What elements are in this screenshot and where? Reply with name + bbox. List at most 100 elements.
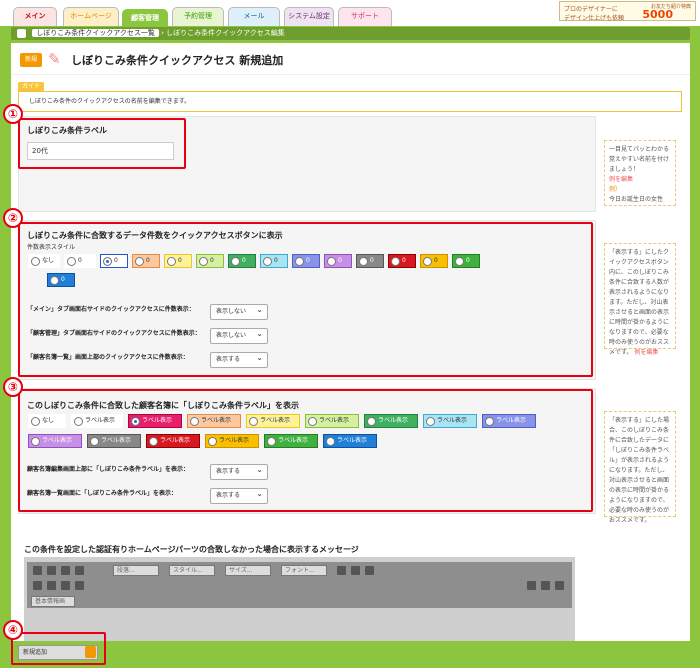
style-option[interactable]: 0 (196, 254, 224, 268)
radio-icon[interactable] (31, 256, 40, 266)
style-option[interactable]: 0 (260, 254, 288, 268)
toolbar-font-select[interactable]: フォント... (281, 565, 327, 576)
display-setting-select[interactable]: 表示する (210, 463, 268, 480)
toolbar-bgcolor-icon[interactable] (351, 566, 360, 575)
radio-icon[interactable] (308, 416, 317, 426)
toolbar-brush-icon[interactable] (61, 566, 70, 575)
style-option[interactable]: 0 (324, 254, 352, 268)
style-option[interactable]: 0 (420, 254, 448, 268)
style-option[interactable]: 0 (64, 254, 96, 268)
style-option[interactable]: 0 (292, 254, 320, 268)
style-option[interactable]: ラベル表示 (187, 414, 241, 428)
radio-icon[interactable] (263, 256, 272, 266)
radio-icon[interactable] (135, 256, 144, 266)
toolbar-basic-info-button[interactable]: 基本情報画 (31, 596, 75, 607)
radio-icon[interactable] (359, 256, 368, 266)
radio-icon[interactable] (50, 275, 59, 285)
tip-example-link[interactable]: 例を編集 (609, 175, 671, 185)
style-option[interactable]: なし (28, 254, 60, 268)
style-option[interactable]: ラベル表示 (128, 414, 182, 428)
style-option[interactable]: 0 (132, 254, 160, 268)
style-option[interactable]: ラベル表示 (71, 414, 123, 428)
radio-icon[interactable] (295, 256, 304, 266)
style-option[interactable]: 0 (164, 254, 192, 268)
radio-icon[interactable] (455, 256, 464, 266)
radio-icon[interactable] (149, 436, 158, 446)
display-setting-select[interactable]: 表示しない (210, 327, 268, 344)
style-option[interactable]: ラベル表示 (28, 434, 82, 448)
radio-icon[interactable] (485, 416, 494, 426)
style-option[interactable]: ラベル表示 (146, 434, 200, 448)
radio-icon[interactable] (90, 436, 99, 446)
radio-icon[interactable] (74, 416, 83, 426)
tab-homepage[interactable]: ホームページ (63, 7, 119, 26)
radio-icon[interactable] (327, 256, 336, 266)
radio-icon[interactable] (31, 436, 40, 446)
style-option[interactable]: 0 (228, 254, 256, 268)
radio-icon[interactable] (423, 256, 432, 266)
style-option[interactable]: ラベル表示 (264, 434, 318, 448)
style-option[interactable]: 0 (100, 254, 128, 268)
style-option[interactable]: 0 (356, 254, 384, 268)
radio-icon[interactable] (167, 256, 176, 266)
radio-icon[interactable] (249, 416, 258, 426)
tab-main[interactable]: メイン (13, 7, 57, 26)
radio-icon[interactable] (267, 436, 276, 446)
label-input[interactable]: 20代 (27, 142, 174, 160)
style-option[interactable]: ラベル表示 (323, 434, 377, 448)
display-setting-select[interactable]: 表示する (210, 351, 268, 368)
toolbar-table-icon[interactable] (33, 581, 42, 590)
style-option[interactable]: 0 (388, 254, 416, 268)
toolbar-link-icon[interactable] (47, 581, 56, 590)
toolbar-style-select[interactable]: スタイル... (169, 565, 215, 576)
style-option[interactable]: ラベル表示 (246, 414, 300, 428)
style-option-label: 0 (78, 257, 82, 264)
toolbar-image-icon[interactable] (75, 566, 84, 575)
tab-customer[interactable]: 顧客管理 (122, 9, 168, 26)
display-setting-select[interactable]: 表示しない (210, 303, 268, 320)
promo-banner[interactable]: プロのデザイナーに デザイン仕上げも依頼 5000 お友だち紹介特典 (559, 1, 696, 22)
toolbar-size-select[interactable]: サイズ... (225, 565, 271, 576)
style-option[interactable]: ラベル表示 (364, 414, 418, 428)
toolbar-underline-icon[interactable] (75, 581, 84, 590)
style-option[interactable]: ラベル表示 (205, 434, 259, 448)
toolbar-bold-icon[interactable] (47, 566, 56, 575)
radio-icon[interactable] (131, 416, 140, 426)
toolbar-redo-icon[interactable] (541, 581, 550, 590)
toolbar-italic-icon[interactable] (61, 581, 70, 590)
style-option[interactable]: ラベル表示 (423, 414, 477, 428)
radio-icon[interactable] (367, 416, 376, 426)
radio-icon[interactable] (231, 256, 240, 266)
tab-reservation[interactable]: 予約管理 (172, 7, 224, 26)
count-tip-link[interactable]: 例を編集 (634, 349, 658, 356)
style-option[interactable]: 0 (452, 254, 480, 268)
toolbar-align-icon[interactable] (365, 566, 374, 575)
radio-icon[interactable] (326, 436, 335, 446)
toolbar-paragraph-select[interactable]: 段落... (113, 565, 159, 576)
radio-icon[interactable] (67, 256, 76, 266)
style-option[interactable]: ラベル表示 (305, 414, 359, 428)
radio-icon[interactable] (103, 256, 112, 266)
style-option[interactable]: ラベル表示 (87, 434, 141, 448)
count-tip-text: 「表示する」にしたクイックアクセスボタン内に、このしぼりこみ条件に合致する人数が… (609, 249, 670, 356)
tab-support[interactable]: サポート (338, 7, 392, 26)
style-option[interactable]: ラベル表示 (482, 414, 536, 428)
display-setting-select[interactable]: 表示する (210, 487, 268, 504)
radio-icon[interactable] (208, 436, 217, 446)
home-icon[interactable] (17, 28, 26, 38)
toolbar-color-icon[interactable] (337, 566, 346, 575)
promo-lead: お友だち紹介特典 (650, 4, 691, 10)
radio-icon[interactable] (31, 416, 40, 426)
toolbar-undo-icon[interactable] (527, 581, 536, 590)
radio-icon[interactable] (391, 256, 400, 266)
tab-system[interactable]: システム設定 (284, 7, 334, 26)
radio-icon[interactable] (190, 416, 199, 426)
style-option[interactable]: なし (28, 414, 66, 428)
toolbar-help-icon[interactable] (555, 581, 564, 590)
breadcrumb-list-link[interactable]: しぼりこみ条件クイックアクセス一覧 (32, 29, 159, 37)
toolbar-source-icon[interactable] (33, 566, 42, 575)
radio-icon[interactable] (426, 416, 435, 426)
tab-mail[interactable]: メール (228, 7, 280, 26)
style-option[interactable]: 0 (47, 273, 75, 287)
radio-icon[interactable] (199, 256, 208, 266)
